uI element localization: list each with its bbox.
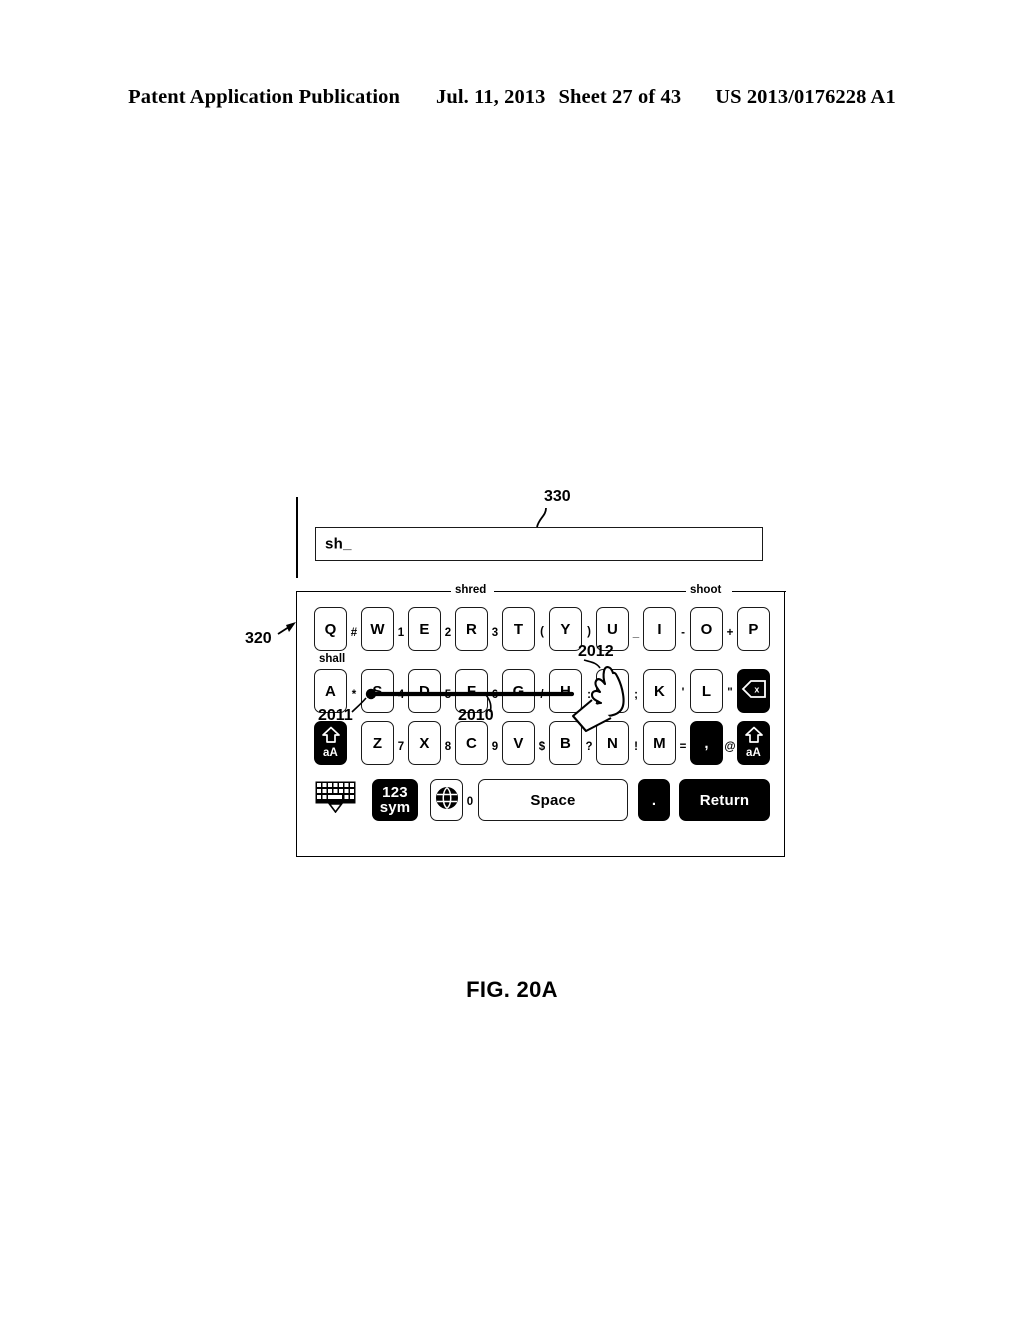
shift-arrow-icon [321,726,341,748]
panel-top-border-right [732,591,786,592]
key-comma[interactable]: , [690,721,723,765]
refnum-320: 320 [245,630,272,647]
key-X[interactable]: X [408,721,441,765]
key-C[interactable]: C [455,721,488,765]
globe-key[interactable] [430,779,463,821]
sym-plus[interactable]: + [724,627,736,640]
key-N[interactable]: N [596,721,629,765]
sym-9[interactable]: 9 [489,741,501,754]
key-V[interactable]: V [502,721,535,765]
word-hint-shred[interactable]: shred [455,584,486,597]
sym-paren-close[interactable]: ) [583,626,595,639]
sym-underscore[interactable]: _ [630,627,642,640]
sym-question[interactable]: ? [583,741,595,754]
device-screen-edge [296,497,298,578]
key-R[interactable]: R [455,607,488,651]
publication-date: Jul. 11, 2013 [435,86,546,108]
shift-left-inner: aA [321,726,341,760]
key-S[interactable]: S [361,669,394,713]
key-P[interactable]: P [737,607,770,651]
sym-3[interactable]: 3 [489,627,501,640]
publication-title: Patent Application Publication [128,86,400,108]
publication-header: Patent Application Publication Jul. 11, … [0,86,1024,109]
key-T[interactable]: T [502,607,535,651]
refnum-2010: 2010 [458,707,494,724]
sym-paren-open[interactable]: ( [536,626,548,639]
key-B[interactable]: B [549,721,582,765]
key-L[interactable]: L [690,669,723,713]
numsym-line1: 123 [382,784,408,801]
shift-right-label: aA [745,747,762,760]
leader-320 [277,624,293,635]
numsym-line2: sym [379,799,411,816]
period-key[interactable]: . [638,779,670,821]
key-J[interactable]: J [596,669,629,713]
word-hint-shoot[interactable]: shoot [690,584,721,597]
sym-4[interactable]: 4 [395,689,407,702]
shift-arrow-icon [744,726,764,748]
sym-5[interactable]: 5 [442,689,454,702]
sym-asterisk[interactable]: * [348,689,360,702]
sym-dollar[interactable]: $ [536,741,548,754]
key-Z[interactable]: Z [361,721,394,765]
key-D[interactable]: D [408,669,441,713]
refnum-2011: 2011 [318,707,353,724]
leader-320-arrowhead [286,622,296,632]
patent-number: US 2013/0176228 A1 [715,86,896,108]
svg-text:x: x [754,685,759,695]
sym-semicolon[interactable]: ; [630,689,642,702]
return-key[interactable]: Return [679,779,770,821]
sym-colon[interactable]: : [583,689,595,702]
numsym-key[interactable]: 123 sym [372,779,418,821]
backspace-icon: x [741,679,767,703]
refnum-2012: 2012 [578,643,614,660]
sym-hash[interactable]: # [348,627,360,640]
shift-right-inner: aA [744,726,764,760]
figure-caption: FIG. 20A [466,977,558,1002]
key-H[interactable]: H [549,669,582,713]
sym-exclam[interactable]: ! [630,741,642,754]
keyboard-dismiss-icon[interactable] [315,781,356,813]
text-input-value: sh_ [325,535,352,553]
sym-6[interactable]: 6 [489,689,501,702]
key-I[interactable]: I [643,607,676,651]
shift-key-right[interactable]: aA [737,721,770,765]
sym-equals[interactable]: = [677,741,689,754]
sym-quote[interactable]: " [724,687,736,700]
key-W[interactable]: W [361,607,394,651]
panel-top-border-left [297,591,451,592]
keyboard-panel: shred shoot Q # W 1 E 2 R 3 T ( Y ) U _ … [296,584,786,857]
shift-key-left[interactable]: aA [314,721,347,765]
sym-2[interactable]: 2 [442,627,454,640]
globe-icon [434,785,460,815]
backspace-key[interactable]: x [737,669,770,713]
text-input-field[interactable]: sh_ [315,527,763,561]
sym-at[interactable]: @ [724,741,736,754]
sym-slash[interactable]: / [536,689,548,702]
sym-8[interactable]: 8 [442,741,454,754]
space-key[interactable]: Space [478,779,628,821]
sym-1[interactable]: 1 [395,627,407,640]
leader-330 [536,507,547,528]
refnum-330: 330 [544,488,571,505]
key-O[interactable]: O [690,607,723,651]
sym-apostrophe[interactable]: ' [677,687,689,700]
sym-hyphen[interactable]: - [677,627,689,640]
panel-top-border-middle [494,591,686,592]
key-G[interactable]: G [502,669,535,713]
key-M[interactable]: M [643,721,676,765]
sym-zero[interactable]: 0 [464,796,476,809]
key-E[interactable]: E [408,607,441,651]
key-Q[interactable]: Q [314,607,347,651]
sheet-number: Sheet 27 of 43 [558,86,682,108]
key-K[interactable]: K [643,669,676,713]
sym-7[interactable]: 7 [395,741,407,754]
word-hint-shall[interactable]: shall [319,653,345,666]
shift-left-label: aA [322,747,339,760]
